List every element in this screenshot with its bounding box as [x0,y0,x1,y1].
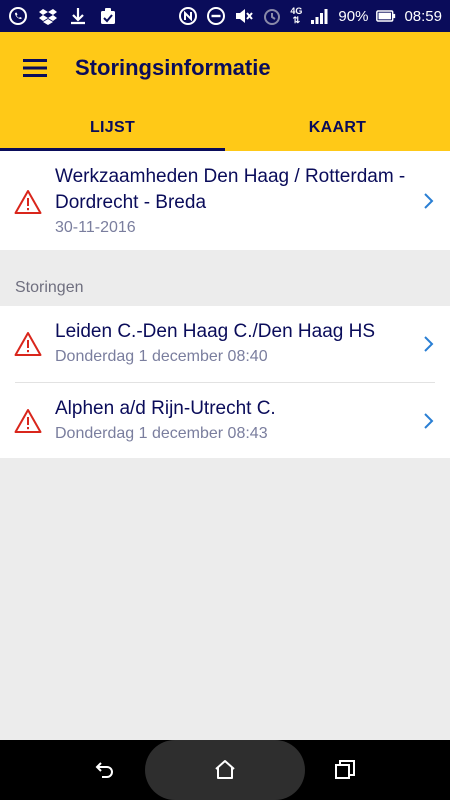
home-icon [215,760,235,779]
network-type-indicator: 4G ⇅ [290,7,302,25]
list-item-disruption[interactable]: Leiden C.-Den Haag C./Den Haag HS Donder… [0,306,450,382]
list-item-title: Alphen a/d Rijn-Utrecht C. [55,398,276,419]
list-item-disruption[interactable]: Alphen a/d Rijn-Utrecht C. Donderdag 1 d… [0,383,450,458]
alarm-icon [262,6,282,26]
list-item-date: Donderdag 1 december 08:43 [55,425,268,442]
chevron-right-icon [422,191,436,211]
dropbox-icon [38,6,58,26]
back-arrow-icon [95,762,113,778]
battery-icon [376,6,396,26]
hamburger-menu-icon [23,59,47,77]
warning-icon [14,408,42,434]
clipboard-icon [98,6,118,26]
tab-list[interactable]: LIJST [0,104,225,151]
warning-icon [14,331,42,357]
whatsapp-icon [8,6,28,26]
list-item-works[interactable]: Werkzaamheden Den Haag / Rotterdam - Dor… [0,151,450,250]
do-not-disturb-icon [206,6,226,26]
tab-bar: LIJST KAART [0,104,450,151]
list-item-text: Leiden C.-Den Haag C./Den Haag HS Donder… [55,319,410,369]
list-item-date: Donderdag 1 december 08:40 [55,348,268,365]
tab-map[interactable]: KAART [225,104,450,151]
list-item-text: Alphen a/d Rijn-Utrecht C. Donderdag 1 d… [55,396,410,446]
works-card: Werkzaamheden Den Haag / Rotterdam - Dor… [0,151,450,250]
nfc-icon [178,6,198,26]
home-button[interactable] [208,754,242,786]
list-item-title: Leiden C.-Den Haag C./Den Haag HS [55,321,376,342]
recent-apps-button[interactable] [328,754,362,786]
mute-icon [234,6,254,26]
list-item-text: Werkzaamheden Den Haag / Rotterdam - Dor… [55,164,410,240]
menu-button[interactable] [0,32,70,104]
download-icon [68,6,88,26]
clock: 08:59 [404,7,442,25]
list-item-title: Werkzaamheden Den Haag / Rotterdam - Dor… [55,166,406,213]
chevron-right-icon [422,411,436,431]
disruptions-card: Leiden C.-Den Haag C./Den Haag HS Donder… [0,306,450,458]
list-item-date: 30-11-2016 [55,219,136,236]
system-navigation-bar [0,740,450,800]
warning-icon [14,189,42,215]
battery-percent: 90% [338,7,369,25]
status-bar: 4G ⇅ 90% 08:59 [0,0,450,32]
back-button[interactable] [88,754,122,786]
chevron-right-icon [422,334,436,354]
section-label-disruptions: Storingen [15,279,84,296]
recent-apps-icon [335,760,355,779]
network-activity-arrows: ⇅ [292,15,301,25]
app-header: Storingsinformatie [0,32,450,104]
signal-icon [310,6,330,26]
page-title: Storingsinformatie [75,55,271,80]
